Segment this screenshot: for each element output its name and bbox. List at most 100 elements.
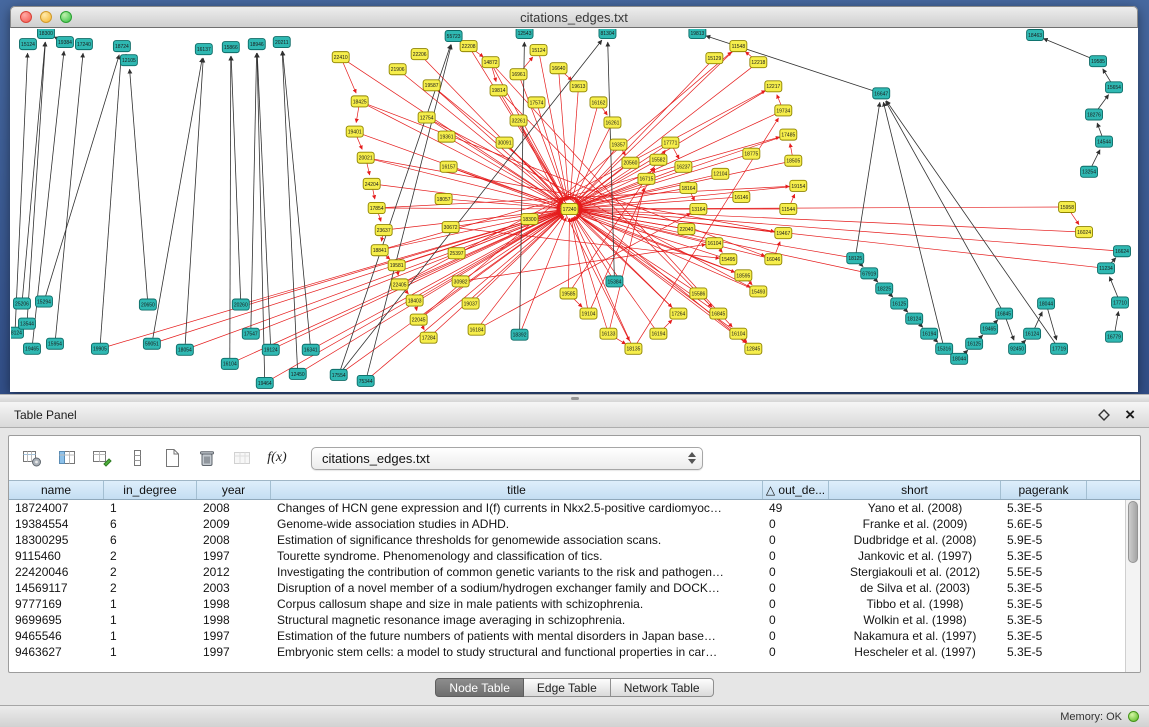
network-node[interactable]: 20021 — [357, 152, 374, 163]
network-node[interactable]: 18403 — [406, 295, 423, 306]
network-node[interactable]: 19361 — [438, 131, 455, 142]
network-node[interactable]: 17240 — [561, 203, 578, 214]
table-row[interactable]: 1830029562008Estimation of significance … — [9, 532, 1125, 548]
edit-columns-icon[interactable] — [89, 445, 115, 471]
column-header-year[interactable]: year — [197, 481, 271, 499]
table-row[interactable]: 946554611997Estimation of the future num… — [9, 628, 1125, 644]
network-node[interactable]: 18125 — [847, 253, 864, 264]
float-panel-icon[interactable] — [1097, 408, 1111, 422]
network-node[interactable]: 67919 — [861, 268, 878, 279]
network-node[interactable]: 25206 — [13, 298, 30, 309]
close-window-button[interactable] — [20, 11, 32, 23]
network-node[interactable]: 16261 — [604, 117, 621, 128]
network-node[interactable]: 19465 — [981, 323, 998, 334]
network-node[interactable]: 17719 — [1051, 343, 1068, 354]
network-node[interactable]: 17240 — [75, 39, 92, 50]
network-node[interactable]: 17264 — [670, 308, 687, 319]
network-node[interactable]: 18044 — [1038, 298, 1055, 309]
table-options-icon[interactable] — [19, 445, 45, 471]
network-node[interactable]: 16341 — [302, 344, 319, 355]
network-node[interactable]: 18057 — [435, 193, 452, 204]
network-node[interactable]: 20560 — [622, 157, 639, 168]
network-node[interactable]: 19734 — [775, 105, 792, 116]
network-node[interactable]: 16157 — [440, 161, 457, 172]
network-node[interactable]: 32261 — [510, 115, 527, 126]
network-node[interactable]: 16237 — [675, 161, 692, 172]
network-node[interactable]: 19585 — [560, 288, 577, 299]
network-node[interactable]: 19465 — [23, 343, 40, 354]
network-node[interactable]: 12104 — [712, 168, 729, 179]
network-node[interactable]: 15582 — [650, 154, 667, 165]
network-node[interactable]: 22208 — [460, 41, 477, 52]
network-node[interactable]: 19401 — [346, 126, 363, 137]
network-node[interactable]: 19613 — [570, 81, 587, 92]
network-node[interactable]: 17554 — [330, 369, 347, 380]
network-node[interactable]: 16162 — [590, 97, 607, 108]
network-node[interactable]: 22045 — [410, 314, 427, 325]
network-node[interactable]: 22410 — [332, 52, 349, 63]
network-node[interactable]: 12754 — [418, 112, 435, 123]
network-node[interactable]: 92450 — [1009, 343, 1026, 354]
network-node[interactable]: 19154 — [790, 180, 807, 191]
network-node[interactable]: 30672 — [442, 222, 459, 233]
network-node[interactable]: 18135 — [625, 343, 642, 354]
network-node[interactable]: 18595 — [735, 270, 752, 281]
network-node[interactable]: 16845 — [710, 308, 727, 319]
network-node[interactable]: 18300 — [521, 214, 538, 225]
network-node[interactable]: 16715 — [638, 173, 655, 184]
network-node[interactable]: 15124 — [19, 39, 36, 50]
network-node[interactable]: 19464 — [256, 377, 273, 388]
network-node[interactable]: 22206 — [411, 49, 428, 60]
network-node[interactable]: 16133 — [600, 328, 617, 339]
table-row[interactable]: 1872400712008Changes of HCN gene express… — [9, 500, 1125, 516]
network-node[interactable]: 18946 — [248, 39, 265, 50]
network-node[interactable]: 17574 — [528, 97, 545, 108]
network-node[interactable]: 18724 — [113, 41, 130, 52]
network-node[interactable]: 15586 — [690, 288, 707, 299]
network-node[interactable]: 16647 — [873, 88, 890, 99]
network-table-select[interactable]: citations_edges.txt — [311, 447, 703, 470]
table-row[interactable]: 1456911722003Disruption of a novel membe… — [9, 580, 1125, 596]
network-node[interactable]: 18463 — [1027, 30, 1044, 41]
network-node[interactable]: 55723 — [445, 31, 462, 42]
table-row[interactable]: 969969511998Structural magnetic resonanc… — [9, 612, 1125, 628]
network-node[interactable]: 17710 — [1112, 297, 1129, 308]
network-node[interactable]: 15654 — [1106, 82, 1123, 93]
network-node[interactable]: 14872 — [482, 57, 499, 68]
network-node[interactable]: 16125 — [891, 298, 908, 309]
delete-table-icon[interactable] — [194, 445, 220, 471]
network-node[interactable]: 15316 — [936, 343, 953, 354]
network-node[interactable]: 15954 — [46, 338, 63, 349]
network-node[interactable]: 16046 — [765, 254, 782, 265]
network-node[interactable]: 16194 — [921, 328, 938, 339]
panel-splitter[interactable] — [0, 394, 1149, 402]
network-node[interactable]: 25397 — [448, 248, 465, 259]
network-node[interactable]: 18164 — [680, 182, 697, 193]
network-node[interactable]: 19357 — [610, 139, 627, 150]
close-panel-icon[interactable]: × — [1125, 408, 1135, 422]
zoom-window-button[interactable] — [60, 11, 72, 23]
network-node[interactable]: 11548 — [730, 41, 747, 52]
window-titlebar[interactable]: citations_edges.txt — [10, 6, 1138, 28]
network-node[interactable]: 18054 — [176, 344, 193, 355]
table-row[interactable]: 1938455462009Genome-wide association stu… — [9, 516, 1125, 532]
network-node[interactable]: 16125 — [966, 338, 983, 349]
network-node[interactable]: 13254 — [1081, 166, 1098, 177]
network-node[interactable]: 15866 — [222, 42, 239, 53]
network-node[interactable]: 16137 — [195, 44, 212, 55]
network-node[interactable]: 15129 — [706, 53, 723, 64]
network-node[interactable]: 16024 — [1076, 227, 1093, 238]
table-row[interactable]: 2242004622012Investigating the contribut… — [9, 564, 1125, 580]
show-hide-columns-icon[interactable] — [54, 445, 80, 471]
network-node[interactable]: 19384 — [56, 37, 73, 48]
tab-edge-table[interactable]: Edge Table — [524, 678, 611, 697]
network-node[interactable]: 18225 — [876, 283, 893, 294]
network-node[interactable]: 11234 — [1098, 263, 1115, 274]
table-vertical-scrollbar[interactable] — [1125, 500, 1140, 672]
network-node[interactable]: 18392 — [511, 329, 528, 340]
network-node[interactable]: 15495 — [720, 254, 737, 265]
table-row[interactable]: 977716911998Corpus callosum shape and si… — [9, 596, 1125, 612]
network-node[interactable]: 16779 — [1106, 331, 1123, 342]
column-header-name[interactable]: name — [9, 481, 104, 499]
column-header-in_degree[interactable]: in_degree — [104, 481, 197, 499]
